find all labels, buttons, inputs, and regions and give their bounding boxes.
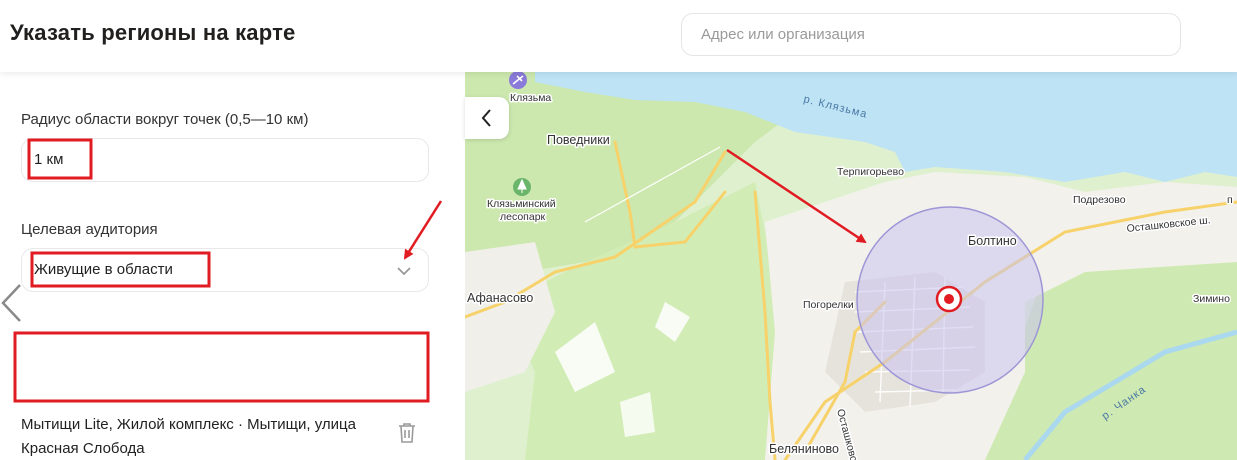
map-label-zimino: Зимино <box>1193 293 1230 305</box>
radius-field[interactable]: 1 км <box>21 138 429 182</box>
audience-select[interactable]: Живущие в области <box>21 248 429 292</box>
map-label-pogorelki: Погорелки <box>803 299 854 311</box>
header: Указать регионы на карте <box>0 0 1237 72</box>
search-input[interactable] <box>681 13 1181 56</box>
target-marker-icon <box>935 285 963 313</box>
audience-label: Целевая аудитория <box>21 221 158 238</box>
map-label-park-2: лесопарк <box>500 211 546 223</box>
page-title: Указать регионы на карте <box>10 20 296 45</box>
map-canvas[interactable]: Клязьма Поведники Клязьминский лесопарк … <box>465 72 1237 460</box>
map-label-afanasovo: Афанасово <box>467 291 533 305</box>
triangle-left-icon[interactable] <box>0 282 22 324</box>
collapse-panel-button[interactable] <box>465 97 509 139</box>
trash-icon[interactable] <box>396 421 418 445</box>
map-label-povedniki: Поведники <box>547 133 610 147</box>
radius-label: Радиус области вокруг точек (0,5—10 км) <box>21 111 309 128</box>
map-label-edge: п <box>1227 194 1233 206</box>
map-label-belyaninovo: Беляниново <box>769 442 839 456</box>
map[interactable]: Клязьма Поведники Клязьминский лесопарк … <box>465 72 1237 460</box>
address-item: Мытищи Lite, Жилой комплекс · Мытищи, ул… <box>21 416 356 457</box>
settings-panel: Радиус области вокруг точек (0,5—10 км) … <box>0 72 465 460</box>
map-label-klyazma: Клязьма <box>510 92 551 104</box>
park-tree-icon <box>513 178 531 196</box>
chevron-left-icon <box>481 109 491 127</box>
map-label-podrezovo: Подрезово <box>1073 194 1126 206</box>
chevron-down-icon[interactable] <box>394 261 414 281</box>
map-label-boltino: Болтино <box>968 234 1017 248</box>
map-label-park: Клязьминский <box>487 198 556 210</box>
map-label-terpigorevo: Терпигорьево <box>837 166 904 178</box>
audience-value: Живущие в области <box>34 261 173 278</box>
radius-value: 1 км <box>34 151 64 168</box>
